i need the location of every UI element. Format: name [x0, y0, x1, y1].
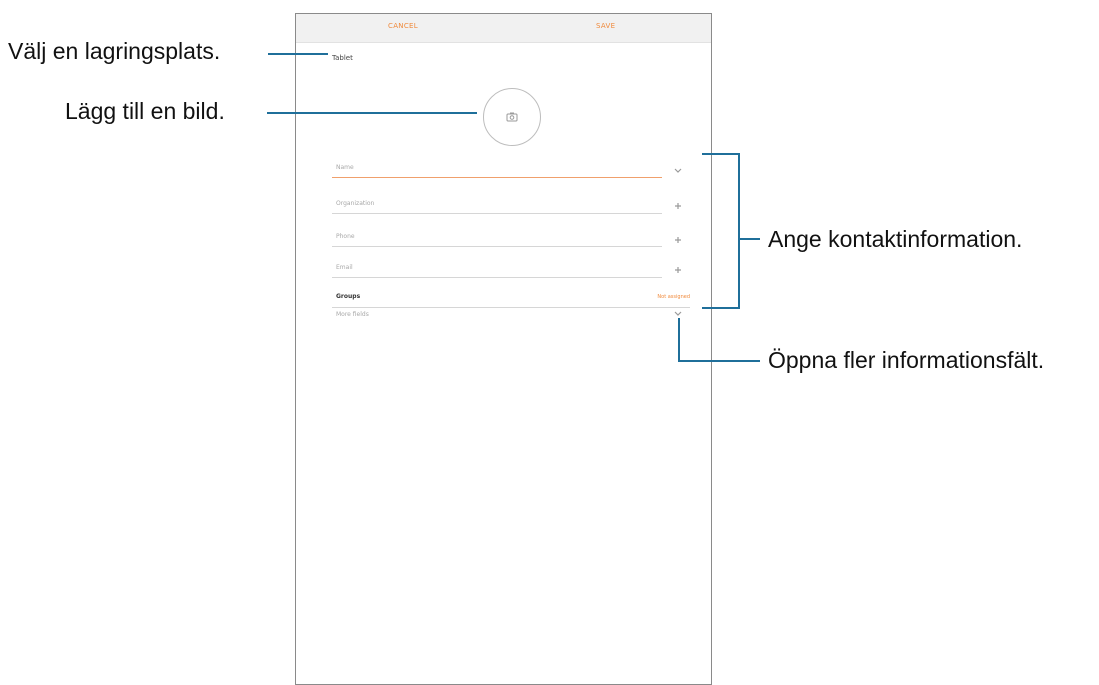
camera-icon [506, 112, 518, 122]
plus-icon[interactable] [672, 264, 684, 276]
groups-label: Groups [336, 293, 361, 300]
callout-line-more-horizontal [678, 360, 760, 362]
groups-not-assigned-link[interactable]: Not assigned [657, 294, 690, 300]
more-fields-label: More fields [336, 311, 369, 318]
callout-line-picture [267, 112, 477, 114]
callout-more-fields: Öppna fler informationsfält. [768, 347, 1045, 373]
phone-field[interactable]: Phone [332, 230, 662, 247]
name-placeholder: Name [336, 164, 354, 171]
action-bar: CANCEL SAVE [296, 14, 711, 43]
cancel-button[interactable]: CANCEL [388, 22, 418, 30]
bracket-top [702, 153, 740, 155]
storage-location-selector[interactable]: Tablet [332, 54, 353, 62]
callout-line-storage [268, 53, 328, 55]
phone-placeholder: Phone [336, 233, 355, 240]
organization-field[interactable]: Organization [332, 197, 662, 214]
callout-storage: Välj en lagringsplats. [8, 38, 221, 64]
organization-placeholder: Organization [336, 200, 375, 207]
plus-icon[interactable] [672, 200, 684, 212]
callout-picture: Lägg till en bild. [65, 98, 225, 124]
callout-contact-info: Ange kontaktinformation. [768, 226, 1023, 252]
email-field[interactable]: Email [332, 261, 662, 278]
chevron-down-icon[interactable] [672, 165, 684, 177]
add-picture-button[interactable] [483, 88, 541, 146]
groups-row[interactable]: Groups Not assigned [332, 289, 690, 308]
save-button[interactable]: SAVE [596, 22, 615, 30]
email-placeholder: Email [336, 264, 353, 271]
bracket-bottom [702, 307, 740, 309]
name-field[interactable]: Name [332, 161, 662, 178]
callout-line-more-vertical [678, 318, 680, 362]
plus-icon[interactable] [672, 234, 684, 246]
callout-line-contact [740, 238, 760, 240]
bracket-vertical [738, 153, 740, 309]
